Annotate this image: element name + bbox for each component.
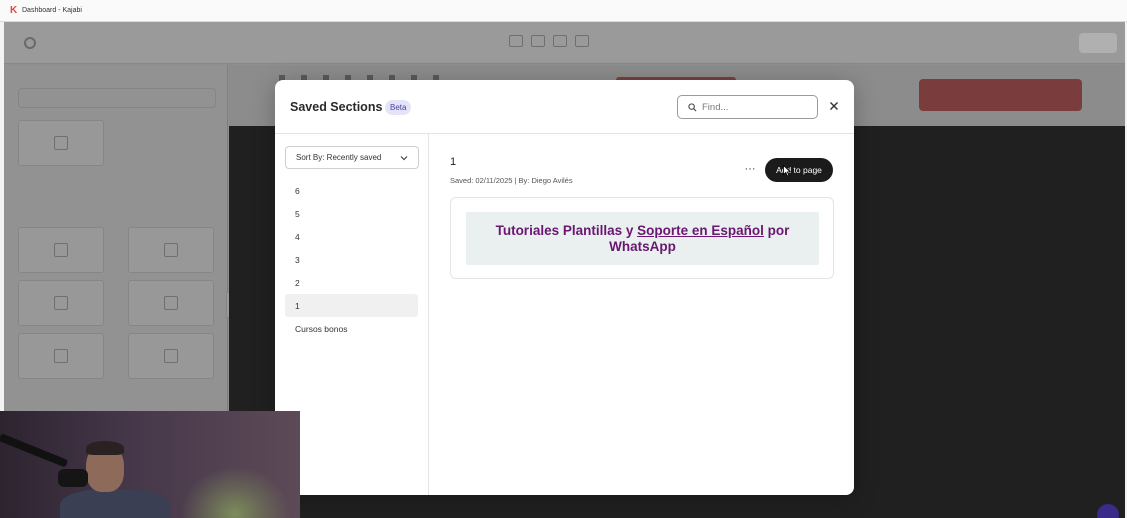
sidebar-search <box>18 88 216 108</box>
section-preview: Tutoriales Plantillas y Soporte en Españ… <box>466 212 819 265</box>
kajabi-logo-icon: K <box>10 4 18 16</box>
form-icon <box>164 349 178 363</box>
list-item-label: 4 <box>295 231 300 242</box>
saved-sections-card <box>18 120 104 166</box>
presenter-body <box>60 489 170 518</box>
sort-label: Sort By: Recently saved <box>296 153 382 162</box>
panel-icon <box>164 296 178 310</box>
editor-save-button <box>1079 33 1117 53</box>
mobile-icon <box>575 35 589 47</box>
list-item[interactable]: 4 <box>285 225 418 248</box>
canvas-cta-button <box>919 79 1082 111</box>
editor-back-icon <box>24 37 36 49</box>
bookmark-icon <box>54 136 68 150</box>
list-item-label: 6 <box>295 185 300 196</box>
list-item-label: 2 <box>295 277 300 288</box>
text-icon <box>54 243 68 257</box>
preview-text-c: WhatsApp <box>609 238 676 254</box>
presenter-hair <box>86 441 124 455</box>
saved-sections-list: 6 5 4 3 2 1 Cursos bonos <box>285 179 418 340</box>
list-item[interactable]: 3 <box>285 248 418 271</box>
two-column-text-card <box>128 227 214 273</box>
editor-topbar <box>4 22 1125 64</box>
list-item-selected[interactable]: 1 <box>285 294 418 317</box>
find-search-box[interactable] <box>677 95 818 119</box>
columns-icon <box>164 243 178 257</box>
webcam-overlay <box>0 411 300 518</box>
three-column-text-card <box>18 280 104 326</box>
mouse-cursor-icon <box>783 165 791 177</box>
find-input[interactable] <box>702 101 802 113</box>
modal-header: Saved Sections Beta <box>275 80 854 134</box>
list-item-label: 5 <box>295 208 300 219</box>
list-item[interactable]: Cursos bonos <box>285 317 418 340</box>
device-switcher <box>509 35 589 47</box>
list-item[interactable]: 2 <box>285 271 418 294</box>
plant-image <box>180 466 290 518</box>
form-and-text-card <box>128 333 214 379</box>
beta-badge: Beta <box>385 100 412 115</box>
section-detail-panel: 1 Saved: 02/11/2025 | By: Diego Avilés ·… <box>430 134 854 495</box>
list-item[interactable]: 5 <box>285 202 418 225</box>
preview-text-a: Tutoriales Plantillas y <box>495 222 638 238</box>
browser-tab-bar: K Dashboard - Kajabi <box>0 0 1127 22</box>
add-to-page-button[interactable]: Add to page <box>765 158 833 182</box>
sort-dropdown[interactable]: Sort By: Recently saved <box>285 146 419 169</box>
chevron-down-icon <box>400 155 408 160</box>
search-icon <box>688 102 697 112</box>
browser-tab-title[interactable]: Dashboard - Kajabi <box>22 7 82 14</box>
close-button[interactable] <box>828 100 840 112</box>
list-item[interactable]: 6 <box>285 179 418 202</box>
cursor-icon <box>54 349 68 363</box>
section-preview-card[interactable]: Tutoriales Plantillas y Soporte en Españ… <box>450 197 834 279</box>
text-on-panel-card <box>128 280 214 326</box>
list-item-label: Cursos bonos <box>295 323 348 334</box>
saved-sections-modal: Saved Sections Beta Sort By: Recently sa… <box>275 80 854 495</box>
tablet-portrait-icon <box>553 35 567 47</box>
call-to-action-card <box>18 333 104 379</box>
microphone-icon <box>58 469 88 487</box>
more-options-button[interactable]: ··· <box>740 161 760 177</box>
section-name: 1 <box>450 156 457 168</box>
columns-icon <box>54 296 68 310</box>
list-item-label: 3 <box>295 254 300 265</box>
section-meta: Saved: 02/11/2025 | By: Diego Avilés <box>450 176 573 185</box>
preview-text-b: por <box>763 222 790 238</box>
close-icon <box>830 102 838 110</box>
preview-heading: Tutoriales Plantillas y Soporte en Españ… <box>496 223 790 255</box>
modal-title: Saved Sections <box>290 100 383 114</box>
desktop-icon <box>509 35 523 47</box>
tablet-icon <box>531 35 545 47</box>
preview-link: Soporte en Español <box>637 222 764 238</box>
list-item-label: 1 <box>295 300 300 311</box>
text-block-card <box>18 227 104 273</box>
